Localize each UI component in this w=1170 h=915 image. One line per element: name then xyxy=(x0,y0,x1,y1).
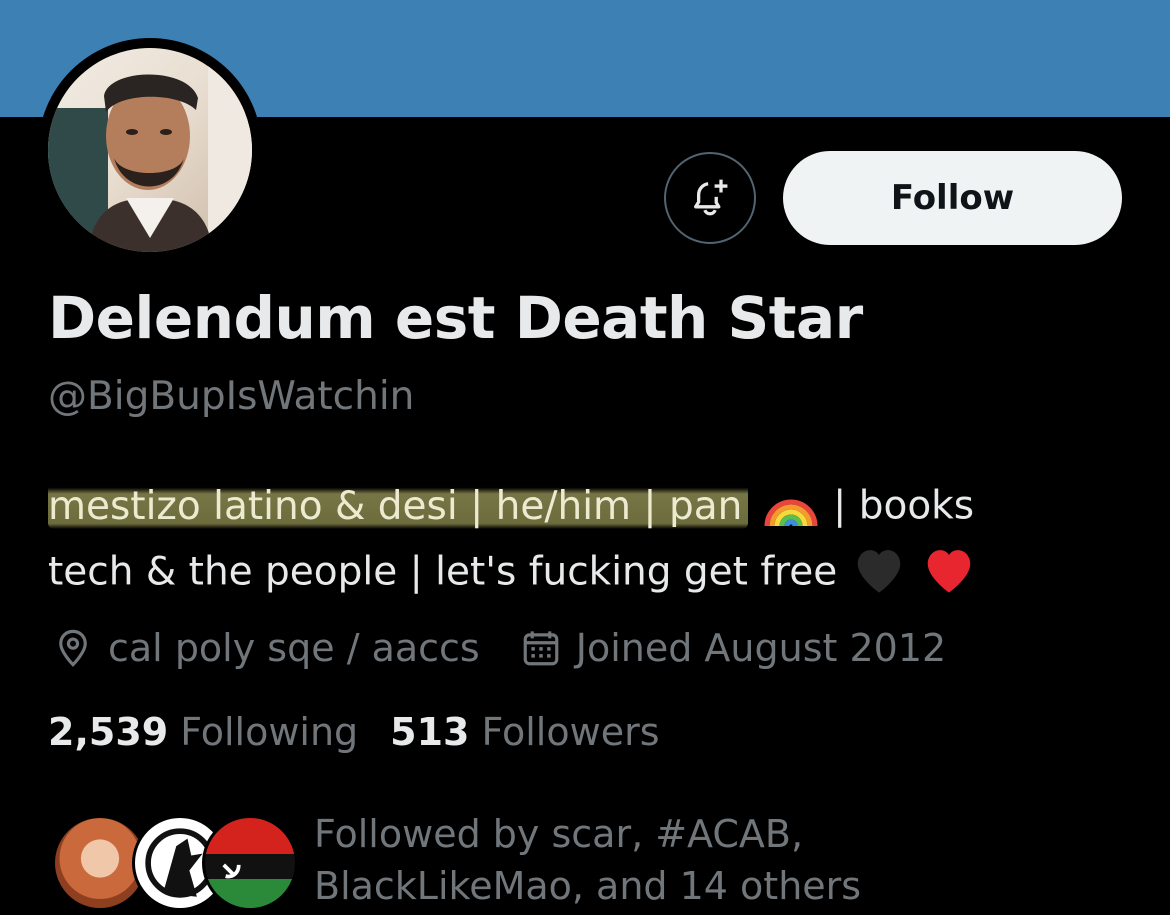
bio-line-2: tech & the people | let's fucking get fr… xyxy=(48,543,978,605)
follow-button[interactable]: Follow xyxy=(783,151,1122,245)
followed-by-line-1: Followed by scar, #ACAB, xyxy=(314,812,804,856)
following-label: Following xyxy=(180,710,359,754)
bio-line-2-text: tech & the people | let's fucking get fr… xyxy=(48,549,838,595)
followed-by-avatars[interactable] xyxy=(52,815,298,915)
follow-stats: 2,539 Following 513 Followers xyxy=(48,710,660,754)
user-handle: @BigBupIsWatchin xyxy=(48,374,415,419)
black-heart-emoji xyxy=(850,543,908,605)
following-count: 2,539 xyxy=(48,710,169,754)
location-item: cal poly sqe / aaccs xyxy=(52,626,480,670)
bio-highlighted-text: mestizo latino & desi | he/him | pan xyxy=(48,483,749,529)
profile-avatar[interactable] xyxy=(48,48,252,252)
bell-plus-icon xyxy=(694,179,728,216)
joined-text: Joined August 2012 xyxy=(575,626,947,670)
red-heart-emoji xyxy=(920,543,978,605)
joined-item: Joined August 2012 xyxy=(520,626,946,670)
bio-line-1-rest: | books xyxy=(833,483,975,529)
notifications-button[interactable] xyxy=(664,152,756,244)
display-name: Delendum est Death Star xyxy=(48,284,863,352)
calendar-icon xyxy=(523,631,559,666)
avatar-photo xyxy=(48,48,252,252)
followed-by-line-2: BlackLikeMao, and 14 others xyxy=(314,864,862,908)
following-link[interactable]: 2,539 Following xyxy=(48,710,358,754)
profile-meta: cal poly sqe / aaccs Joined August 2012 xyxy=(52,622,946,674)
followers-count: 513 xyxy=(390,710,470,754)
followed-by-text[interactable]: Followed by scar, #ACAB, BlackLikeMao, a… xyxy=(314,808,861,912)
follower-avatar xyxy=(202,815,298,911)
location-text: cal poly sqe / aaccs xyxy=(108,626,480,670)
rainbow-emoji xyxy=(761,478,821,538)
followers-link[interactable]: 513 Followers xyxy=(390,710,659,754)
followers-label: Followers xyxy=(481,710,660,754)
bio-line-1: mestizo latino & desi | he/him | pan | b… xyxy=(48,478,974,538)
map-pin-icon xyxy=(59,629,87,667)
